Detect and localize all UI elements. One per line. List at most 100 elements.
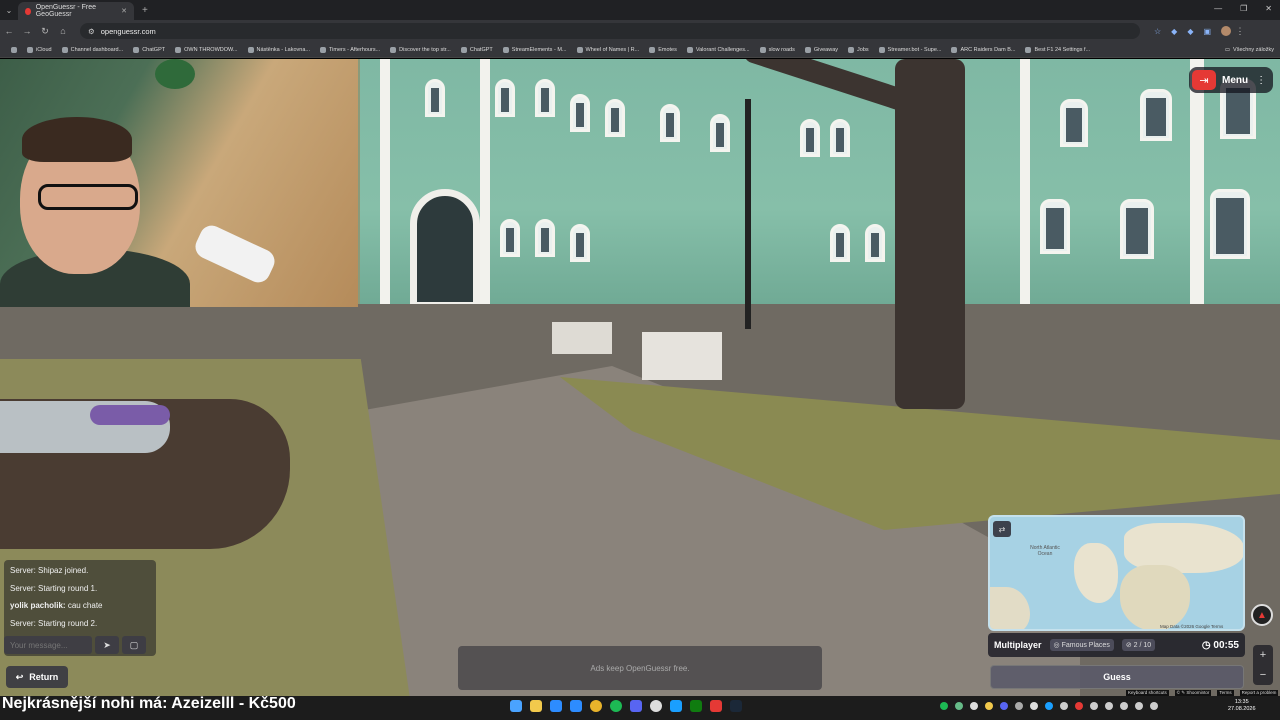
palace-window — [535, 219, 555, 257]
palace-facade — [360, 59, 1280, 309]
browser-menu-icon[interactable]: ⋮ — [1231, 26, 1249, 37]
bookmark-item[interactable]: Best F1 24 Settings f... — [1020, 46, 1095, 53]
zoom-out-icon[interactable]: − — [1260, 669, 1266, 681]
round-badge: ⊘ 2 / 10 — [1121, 639, 1156, 651]
globe-icon: ◎ — [1053, 642, 1062, 649]
bookmark-item[interactable]: Channel dashboard... — [57, 46, 129, 53]
tray-icon[interactable] — [985, 702, 993, 710]
bookmark-item[interactable]: ChatGPT — [128, 46, 170, 53]
map-ocean-label: North Atlantic Ocean — [1030, 545, 1060, 557]
tray-icon[interactable] — [1030, 702, 1038, 710]
map-attribution: Map Data ©2026 Google Terms — [1160, 624, 1224, 629]
chat-toggle-icon[interactable]: ▢ — [122, 636, 146, 654]
bookmark-item[interactable]: Timers - Afterhours... — [315, 46, 385, 53]
url-field[interactable]: ⚙ openguessr.com — [80, 23, 1140, 39]
send-icon[interactable]: ➤ — [95, 636, 119, 654]
palace-window — [570, 224, 590, 262]
tray-icon[interactable] — [1075, 702, 1083, 710]
bookmark-item[interactable]: Valorant Challenges... — [682, 46, 755, 53]
new-tab-icon[interactable]: + — [142, 5, 148, 16]
bookmark-item[interactable]: Streamer.bot - Supe... — [874, 46, 947, 53]
rounds-icon: ⊘ — [1125, 642, 1134, 649]
tray-icon[interactable] — [1015, 702, 1023, 710]
window-close-icon[interactable]: ✕ — [1265, 4, 1272, 13]
return-button[interactable]: ↩ Return — [6, 666, 68, 688]
palace-window — [1120, 199, 1154, 259]
minimize-icon[interactable]: — — [1214, 4, 1222, 13]
browser-tab[interactable]: OpenGuessr - Free GeoGuessr ✕ — [18, 2, 134, 20]
system-clock[interactable]: 13:35 27.08.2026 — [1228, 699, 1256, 713]
tray-icon[interactable] — [955, 702, 963, 710]
bookmark-item[interactable]: Nástěnka - Lakovna... — [243, 46, 316, 53]
tray-icon[interactable] — [940, 702, 948, 710]
chat-input-row: ➤ ▢ — [4, 634, 156, 656]
guess-button[interactable]: Guess — [990, 665, 1244, 689]
chat-message-input[interactable] — [4, 636, 92, 654]
maximize-icon[interactable]: ❐ — [1240, 4, 1247, 13]
tray-icon[interactable] — [1120, 702, 1128, 710]
windows-start-icon[interactable] — [510, 700, 522, 712]
game-menu[interactable]: ⇥ Menu ⋮ — [1189, 67, 1273, 93]
map-expand-icon[interactable]: ⇄ — [993, 521, 1011, 537]
tray-icon[interactable] — [1045, 702, 1053, 710]
bookmark-item[interactable]: OWN THROWDOW... — [170, 46, 242, 53]
bookmark-item[interactable]: slow roads — [755, 46, 800, 53]
file-explorer-icon[interactable] — [530, 700, 542, 712]
wifi-icon[interactable] — [1135, 702, 1143, 710]
bookmark-item[interactable]: iCloud — [22, 46, 57, 53]
forward-icon[interactable]: → — [18, 26, 36, 36]
steam-icon[interactable] — [730, 700, 742, 712]
xbox-icon[interactable] — [690, 700, 702, 712]
webcam-overlay — [0, 59, 358, 307]
palace-window — [1040, 199, 1070, 254]
bookmark-item[interactable]: ChatGPT — [456, 46, 498, 53]
edge-icon[interactable] — [570, 700, 582, 712]
tray-icon[interactable] — [1090, 702, 1098, 710]
bookmark-item[interactable]: Emotes — [644, 46, 682, 53]
back-icon[interactable]: ← — [0, 26, 18, 36]
tray-icon[interactable] — [970, 702, 978, 710]
tray-icon[interactable] — [1105, 702, 1113, 710]
app-icon[interactable] — [710, 700, 722, 712]
volume-icon[interactable] — [1150, 702, 1158, 710]
all-bookmarks[interactable]: ▭ Všechny záložky — [1225, 47, 1280, 53]
discord-icon[interactable] — [630, 700, 642, 712]
extensions-puzzle-icon[interactable]: ▣ — [1203, 27, 1211, 36]
bookmarks-bar: iCloud Channel dashboard... ChatGPT OWN … — [0, 42, 1280, 58]
home-icon[interactable]: ⌂ — [54, 26, 72, 36]
bookmark-item[interactable]: StreamElements - M... — [498, 46, 572, 53]
tray-icon[interactable] — [1060, 702, 1068, 710]
zoom-in-icon[interactable]: + — [1260, 649, 1266, 661]
bookmark-item[interactable]: Wheel of Names | R... — [572, 46, 645, 53]
extension-icon[interactable]: ◆ — [1187, 27, 1193, 36]
guess-map[interactable]: North Atlantic Ocean — [988, 515, 1245, 631]
reload-icon[interactable]: ↻ — [36, 26, 54, 37]
edge-icon[interactable] — [550, 700, 562, 712]
apps-grid-icon[interactable] — [6, 46, 22, 53]
tray-icon[interactable] — [1000, 702, 1008, 710]
site-info-icon[interactable]: ⚙ — [88, 27, 95, 36]
exit-icon[interactable]: ⇥ — [1192, 70, 1216, 90]
bookmark-item[interactable]: Discover the top str... — [385, 46, 456, 53]
chrome-icon[interactable] — [590, 700, 602, 712]
profile-avatar[interactable] — [1221, 26, 1232, 36]
bookmark-item[interactable]: Giveaway — [800, 46, 843, 53]
tab-search-icon[interactable]: ⌄ — [0, 6, 18, 15]
extension-icon[interactable]: ◆ — [1171, 27, 1177, 36]
chat-line: Server: Shipaz joined. — [10, 566, 89, 575]
palace-window — [535, 79, 555, 117]
bookmark-item[interactable]: ARC Raiders Dam B... — [946, 46, 1020, 53]
obs-icon[interactable] — [650, 700, 662, 712]
tab-close-icon[interactable]: ✕ — [121, 7, 127, 15]
palace-column — [1190, 59, 1204, 309]
compass-icon[interactable]: ▲ — [1251, 604, 1273, 626]
app-icon[interactable] — [670, 700, 682, 712]
palace-window — [865, 224, 885, 262]
bookmark-item[interactable]: Jobs — [843, 46, 874, 53]
bookmark-star-icon[interactable]: ☆ — [1154, 27, 1161, 36]
stone-block — [552, 322, 612, 354]
spotify-icon[interactable] — [610, 700, 622, 712]
browser-tab-bar: ⌄ OpenGuessr - Free GeoGuessr ✕ + — ❐ ✕ — [0, 0, 1280, 20]
folder-icon: ▭ — [1224, 46, 1231, 53]
palace-window — [495, 79, 515, 117]
